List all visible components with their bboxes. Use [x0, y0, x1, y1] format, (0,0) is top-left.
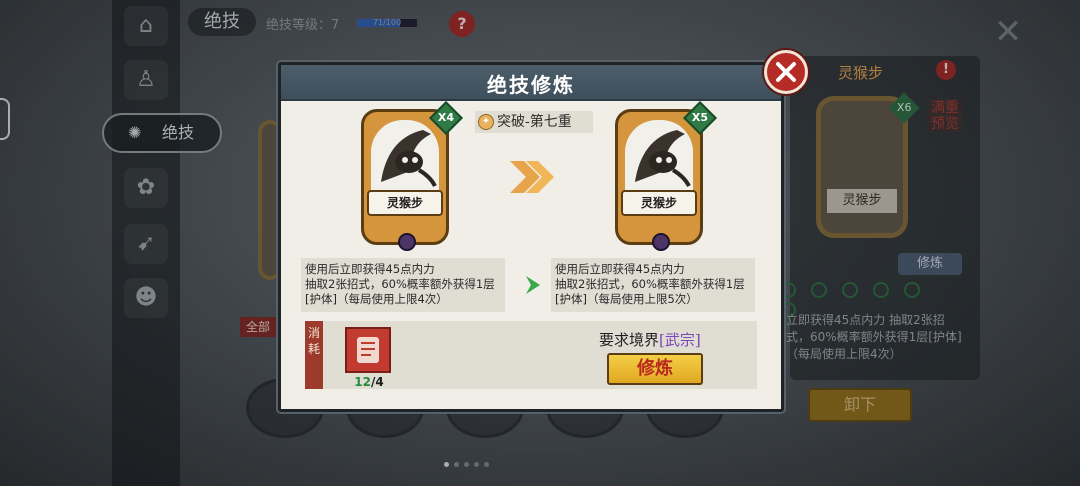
requirement-prefix: 要求境界 — [599, 331, 660, 349]
next-skill-description: 使用后立即获得45点内力 抽取2张招式，60%概率额外获得1层[护体]（每局使用… — [551, 258, 755, 312]
card-count-text: X5 — [691, 111, 709, 124]
card-name: 灵猴步 — [367, 190, 443, 216]
monkey-icon — [381, 130, 437, 187]
card-count-text: X4 — [437, 111, 455, 124]
close-button[interactable] — [764, 50, 808, 94]
dialog-header: 绝技修炼 — [281, 65, 781, 101]
stage-star-icon: ✦ — [478, 114, 494, 130]
current-skill-card: 灵猴步 X4 — [361, 101, 463, 251]
train-button[interactable]: 修炼 — [607, 353, 703, 385]
stage-label: 突破-第七重 — [497, 114, 572, 130]
card-name: 灵猴步 — [621, 190, 697, 216]
realm-requirement: 要求境界[武宗] — [599, 329, 701, 350]
breakthrough-stage-tag: ✦ 突破-第七重 — [475, 111, 593, 133]
item-count: 12/4 — [347, 375, 391, 389]
cost-label: 消耗 — [305, 321, 323, 389]
dialog-title: 绝技修炼 — [487, 73, 575, 97]
current-skill-description: 使用后立即获得45点内力 抽取2张招式，60%概率额外获得1层[护体]（每局使用… — [301, 258, 505, 312]
card-gem — [652, 233, 670, 251]
close-icon — [776, 62, 796, 82]
item-owned: 12 — [354, 375, 371, 389]
next-skill-card: 灵猴步 X5 — [615, 101, 717, 251]
scroll-item-slot[interactable] — [345, 327, 391, 373]
cost-section: 消耗 12/4 要求境界[武宗] 修炼 — [305, 321, 757, 389]
skill-training-dialog: 绝技修炼 ✦ 突破-第七重 灵猴步 X4 灵猴步 X5 使用后立即获得45点内力… — [278, 62, 784, 412]
item-required: /4 — [370, 375, 384, 389]
upgrade-arrow-icon — [510, 161, 554, 193]
card-gem — [398, 233, 416, 251]
required-realm: [武宗] — [659, 331, 701, 349]
monkey-icon — [635, 130, 691, 187]
green-arrow-icon — [526, 276, 540, 294]
scroll-item-icon — [357, 337, 379, 363]
